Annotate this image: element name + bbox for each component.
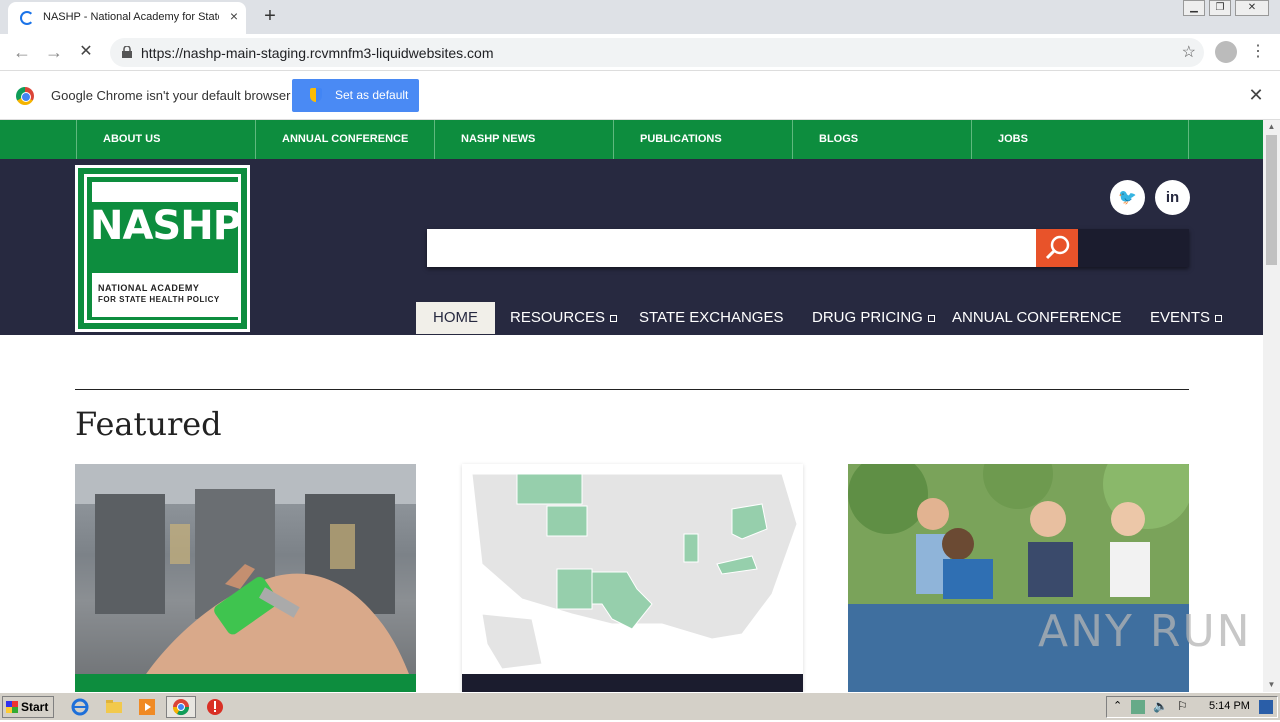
keys-in-hand-image	[75, 464, 416, 692]
profile-avatar-icon[interactable]	[1215, 41, 1237, 63]
linkedin-icon[interactable]: in	[1155, 180, 1190, 215]
action-center-flag-icon[interactable]: ⚐	[1177, 699, 1188, 713]
search-input[interactable]	[427, 229, 1036, 267]
close-window-button[interactable]: ✕	[1235, 0, 1269, 16]
topnav-blogs[interactable]: BLOGS	[792, 120, 972, 159]
system-tray: ⌃ 🔈 ⚐ 5:14 PM	[1106, 696, 1278, 718]
nav-events-label: EVENTS	[1150, 309, 1211, 326]
featured-card-children[interactable]	[848, 464, 1189, 692]
nav-state-exchanges[interactable]: STATE EXCHANGES	[639, 302, 783, 334]
start-button[interactable]: Start	[2, 696, 54, 718]
chrome-taskbar-button[interactable]	[166, 696, 196, 718]
top-navigation: ABOUT US ANNUAL CONFERENCE NASHP NEWS PU…	[0, 120, 1263, 159]
scroll-down-arrow-icon[interactable]: ▼	[1263, 678, 1280, 692]
tab-strip: NASHP - National Academy for State Healt…	[0, 0, 1280, 34]
dropdown-square-icon	[927, 314, 935, 322]
start-label: Start	[21, 700, 49, 714]
chrome-logo-icon	[16, 87, 34, 105]
shield-icon	[310, 88, 322, 102]
bookmark-star-icon[interactable]: ☆	[1182, 42, 1196, 62]
dropdown-square-icon	[1215, 314, 1223, 322]
stop-sign-icon[interactable]	[205, 697, 225, 717]
search-bar	[427, 229, 1189, 267]
forward-button[interactable]: →	[42, 40, 66, 64]
nav-annual-conference[interactable]: ANNUAL CONFERENCE	[952, 302, 1121, 334]
browser-tab[interactable]: NASHP - National Academy for State Healt…	[8, 2, 246, 34]
loading-spinner-icon	[20, 11, 34, 25]
logo-line-2: FOR STATE HEALTH POLICY	[98, 295, 220, 304]
topnav-annual-conference[interactable]: ANNUAL CONFERENCE	[255, 120, 435, 159]
nav-drug-pricing[interactable]: DRUG PRICING	[812, 302, 935, 334]
topnav-jobs[interactable]: JOBS	[971, 120, 1189, 159]
folder-icon[interactable]	[104, 697, 124, 717]
nav-resources[interactable]: RESOURCES	[510, 302, 618, 334]
featured-card-housing[interactable]	[75, 464, 416, 692]
new-tab-button[interactable]: +	[258, 4, 282, 28]
search-button[interactable]	[1036, 229, 1078, 267]
chrome-menu-button[interactable]: ⋮	[1250, 40, 1266, 64]
address-bar[interactable]: https://nashp-main-staging.rcvmnfm3-liqu…	[110, 38, 1204, 67]
featured-card-map[interactable]	[462, 464, 803, 692]
lock-icon	[122, 46, 132, 58]
section-divider	[75, 389, 1189, 390]
set-as-default-label: Set as default	[335, 88, 409, 102]
nav-home[interactable]: HOME	[416, 302, 495, 334]
minimize-button[interactable]: ▁	[1183, 0, 1205, 16]
scroll-up-arrow-icon[interactable]: ▲	[1263, 120, 1280, 134]
nav-events[interactable]: EVENTS	[1150, 302, 1223, 334]
tab-close-button[interactable]: ×	[226, 8, 242, 26]
featured-heading: Featured	[75, 405, 222, 443]
back-button[interactable]: ←	[10, 40, 34, 64]
infobar-close-button[interactable]: ✕	[1246, 85, 1266, 105]
logo-subtitle: NATIONAL ACADEMY FOR STATE HEALTH POLICY	[92, 273, 239, 317]
logo-frame: NASHP NATIONAL ACADEMY FOR STATE HEALTH …	[84, 174, 242, 323]
anyrun-watermark: ANY RUN	[1038, 606, 1252, 657]
logo-title: NASHP	[89, 203, 242, 249]
set-as-default-button[interactable]: Set as default	[292, 79, 419, 112]
search-icon	[1045, 235, 1070, 260]
maximize-button[interactable]: ❐	[1209, 0, 1231, 16]
site-header: NASHP NATIONAL ACADEMY FOR STATE HEALTH …	[0, 159, 1263, 335]
ie-icon[interactable]	[70, 697, 90, 717]
nav-drug-pricing-label: DRUG PRICING	[812, 309, 923, 326]
twitter-icon[interactable]: 🐦	[1110, 180, 1145, 215]
us-states-map-image	[462, 464, 803, 692]
children-playing-image	[848, 464, 1189, 692]
windows-taskbar: Start ⌃ 🔈 ⚐ 5:14 PM	[0, 692, 1280, 720]
clock[interactable]: 5:14 PM	[1209, 700, 1250, 712]
stop-loading-button[interactable]: ✕	[74, 40, 98, 64]
tray-expand-icon[interactable]: ⌃	[1113, 699, 1122, 712]
network-icon[interactable]	[1131, 700, 1145, 714]
url-text[interactable]: https://nashp-main-staging.rcvmnfm3-liqu…	[141, 45, 493, 61]
default-browser-infobar: Google Chrome isn't your default browser…	[0, 71, 1280, 120]
topnav-nashp-news[interactable]: NASHP NEWS	[434, 120, 614, 159]
logo-bar	[92, 182, 239, 202]
infobar-message: Google Chrome isn't your default browser	[51, 88, 291, 103]
tab-title: NASHP - National Academy for State Healt…	[43, 11, 219, 23]
nav-resources-label: RESOURCES	[510, 309, 606, 326]
dropdown-square-icon	[610, 314, 618, 322]
nashp-logo[interactable]: NASHP NATIONAL ACADEMY FOR STATE HEALTH …	[75, 165, 250, 332]
windows-flag-icon	[6, 701, 18, 713]
topnav-publications[interactable]: PUBLICATIONS	[613, 120, 793, 159]
media-player-icon[interactable]	[137, 697, 157, 717]
logo-line-1: NATIONAL ACADEMY	[98, 283, 200, 293]
topnav-about-us[interactable]: ABOUT US	[76, 120, 256, 159]
vertical-scrollbar[interactable]: ▲ ▼	[1263, 120, 1280, 692]
volume-icon[interactable]: 🔈	[1153, 699, 1168, 713]
browser-toolbar: ← → ✕ https://nashp-main-staging.rcvmnfm…	[0, 34, 1280, 71]
show-desktop-icon[interactable]	[1259, 700, 1273, 714]
scrollbar-thumb[interactable]	[1266, 135, 1277, 265]
